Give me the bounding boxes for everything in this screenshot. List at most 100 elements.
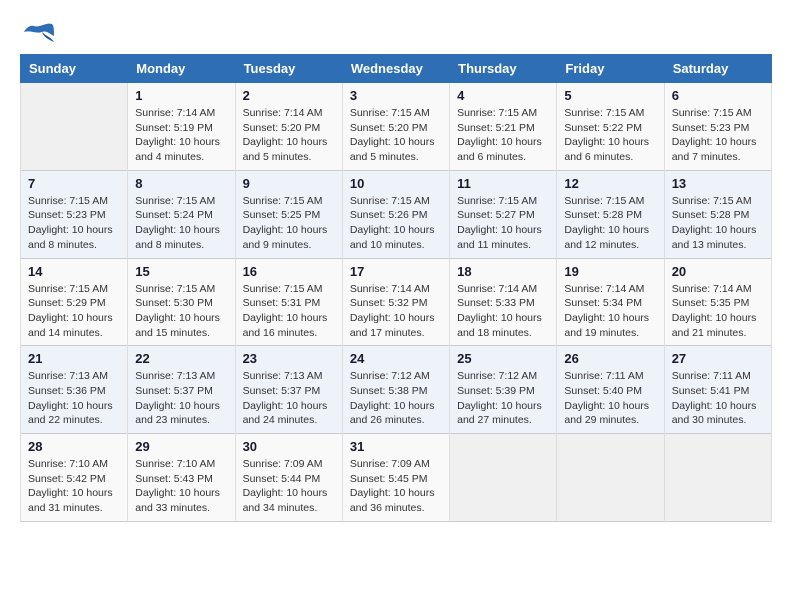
day-info: Sunrise: 7:13 AMSunset: 5:37 PMDaylight:… <box>135 369 227 428</box>
day-number: 14 <box>28 264 120 279</box>
calendar-cell: 19 Sunrise: 7:14 AMSunset: 5:34 PMDayligh… <box>557 258 664 346</box>
calendar-cell: 1 Sunrise: 7:14 AMSunset: 5:19 PMDaylight… <box>128 83 235 171</box>
day-info: Sunrise: 7:15 AMSunset: 5:29 PMDaylight:… <box>28 282 120 341</box>
day-info: Sunrise: 7:12 AMSunset: 5:39 PMDaylight:… <box>457 369 549 428</box>
calendar-cell: 3 Sunrise: 7:15 AMSunset: 5:20 PMDaylight… <box>342 83 449 171</box>
day-info: Sunrise: 7:14 AMSunset: 5:20 PMDaylight:… <box>243 106 335 165</box>
day-info: Sunrise: 7:14 AMSunset: 5:19 PMDaylight:… <box>135 106 227 165</box>
day-number: 5 <box>564 88 656 103</box>
calendar-header-row: SundayMondayTuesdayWednesdayThursdayFrid… <box>21 55 772 83</box>
calendar-cell: 29 Sunrise: 7:10 AMSunset: 5:43 PMDayligh… <box>128 434 235 522</box>
day-number: 2 <box>243 88 335 103</box>
calendar-cell: 23 Sunrise: 7:13 AMSunset: 5:37 PMDayligh… <box>235 346 342 434</box>
calendar-cell: 16 Sunrise: 7:15 AMSunset: 5:31 PMDayligh… <box>235 258 342 346</box>
calendar-cell <box>557 434 664 522</box>
logo-bird-icon <box>24 20 54 44</box>
calendar-cell: 28 Sunrise: 7:10 AMSunset: 5:42 PMDayligh… <box>21 434 128 522</box>
calendar-cell: 22 Sunrise: 7:13 AMSunset: 5:37 PMDayligh… <box>128 346 235 434</box>
calendar-cell <box>21 83 128 171</box>
weekday-header-thursday: Thursday <box>450 55 557 83</box>
weekday-header-saturday: Saturday <box>664 55 771 83</box>
calendar-cell: 4 Sunrise: 7:15 AMSunset: 5:21 PMDaylight… <box>450 83 557 171</box>
day-number: 30 <box>243 439 335 454</box>
calendar-cell: 11Sunrise: 7:15 AMSunset: 5:27 PMDayligh… <box>450 170 557 258</box>
calendar-cell: 6Sunrise: 7:15 AMSunset: 5:23 PMDaylight… <box>664 83 771 171</box>
weekday-header-wednesday: Wednesday <box>342 55 449 83</box>
day-info: Sunrise: 7:12 AMSunset: 5:38 PMDaylight:… <box>350 369 442 428</box>
day-info: Sunrise: 7:14 AMSunset: 5:34 PMDaylight:… <box>564 282 656 341</box>
calendar-cell: 21Sunrise: 7:13 AMSunset: 5:36 PMDayligh… <box>21 346 128 434</box>
day-number: 31 <box>350 439 442 454</box>
calendar-cell: 13 Sunrise: 7:15 AMSunset: 5:28 PMDayligh… <box>664 170 771 258</box>
day-info: Sunrise: 7:15 AMSunset: 5:30 PMDaylight:… <box>135 282 227 341</box>
day-number: 18 <box>457 264 549 279</box>
day-info: Sunrise: 7:15 AMSunset: 5:24 PMDaylight:… <box>135 194 227 253</box>
day-number: 12 <box>564 176 656 191</box>
day-info: Sunrise: 7:09 AMSunset: 5:44 PMDaylight:… <box>243 457 335 516</box>
calendar-cell: 18 Sunrise: 7:14 AMSunset: 5:33 PMDayligh… <box>450 258 557 346</box>
day-info: Sunrise: 7:15 AMSunset: 5:21 PMDaylight:… <box>457 106 549 165</box>
day-number: 22 <box>135 351 227 366</box>
day-info: Sunrise: 7:15 AMSunset: 5:31 PMDaylight:… <box>243 282 335 341</box>
calendar-cell: 5Sunrise: 7:15 AMSunset: 5:22 PMDaylight… <box>557 83 664 171</box>
day-number: 3 <box>350 88 442 103</box>
day-number: 27 <box>672 351 764 366</box>
day-info: Sunrise: 7:11 AMSunset: 5:40 PMDaylight:… <box>564 369 656 428</box>
calendar-cell: 8 Sunrise: 7:15 AMSunset: 5:24 PMDaylight… <box>128 170 235 258</box>
day-number: 24 <box>350 351 442 366</box>
day-number: 28 <box>28 439 120 454</box>
calendar-cell: 7 Sunrise: 7:15 AMSunset: 5:23 PMDaylight… <box>21 170 128 258</box>
page-header <box>20 20 772 44</box>
calendar-week-row: 1 Sunrise: 7:14 AMSunset: 5:19 PMDaylight… <box>21 83 772 171</box>
logo <box>20 20 54 44</box>
calendar-body: 1 Sunrise: 7:14 AMSunset: 5:19 PMDaylight… <box>21 83 772 522</box>
day-info: Sunrise: 7:15 AMSunset: 5:26 PMDaylight:… <box>350 194 442 253</box>
calendar-cell: 9Sunrise: 7:15 AMSunset: 5:25 PMDaylight… <box>235 170 342 258</box>
calendar-cell: 15Sunrise: 7:15 AMSunset: 5:30 PMDayligh… <box>128 258 235 346</box>
calendar-cell: 2 Sunrise: 7:14 AMSunset: 5:20 PMDaylight… <box>235 83 342 171</box>
weekday-header-sunday: Sunday <box>21 55 128 83</box>
weekday-header-friday: Friday <box>557 55 664 83</box>
day-number: 26 <box>564 351 656 366</box>
day-info: Sunrise: 7:09 AMSunset: 5:45 PMDaylight:… <box>350 457 442 516</box>
day-number: 1 <box>135 88 227 103</box>
calendar-cell: 25 Sunrise: 7:12 AMSunset: 5:39 PMDayligh… <box>450 346 557 434</box>
day-number: 4 <box>457 88 549 103</box>
calendar-cell: 17 Sunrise: 7:14 AMSunset: 5:32 PMDayligh… <box>342 258 449 346</box>
calendar-cell <box>664 434 771 522</box>
day-info: Sunrise: 7:15 AMSunset: 5:28 PMDaylight:… <box>672 194 764 253</box>
day-info: Sunrise: 7:15 AMSunset: 5:28 PMDaylight:… <box>564 194 656 253</box>
day-number: 13 <box>672 176 764 191</box>
day-number: 25 <box>457 351 549 366</box>
day-info: Sunrise: 7:14 AMSunset: 5:32 PMDaylight:… <box>350 282 442 341</box>
calendar-week-row: 28 Sunrise: 7:10 AMSunset: 5:42 PMDayligh… <box>21 434 772 522</box>
day-number: 16 <box>243 264 335 279</box>
day-info: Sunrise: 7:13 AMSunset: 5:36 PMDaylight:… <box>28 369 120 428</box>
calendar-week-row: 7 Sunrise: 7:15 AMSunset: 5:23 PMDaylight… <box>21 170 772 258</box>
day-number: 7 <box>28 176 120 191</box>
weekday-header-tuesday: Tuesday <box>235 55 342 83</box>
day-info: Sunrise: 7:15 AMSunset: 5:23 PMDaylight:… <box>672 106 764 165</box>
calendar-table: SundayMondayTuesdayWednesdayThursdayFrid… <box>20 54 772 522</box>
calendar-week-row: 21Sunrise: 7:13 AMSunset: 5:36 PMDayligh… <box>21 346 772 434</box>
day-info: Sunrise: 7:10 AMSunset: 5:42 PMDaylight:… <box>28 457 120 516</box>
day-info: Sunrise: 7:15 AMSunset: 5:20 PMDaylight:… <box>350 106 442 165</box>
day-info: Sunrise: 7:13 AMSunset: 5:37 PMDaylight:… <box>243 369 335 428</box>
day-number: 23 <box>243 351 335 366</box>
day-number: 17 <box>350 264 442 279</box>
day-number: 20 <box>672 264 764 279</box>
day-number: 19 <box>564 264 656 279</box>
day-info: Sunrise: 7:14 AMSunset: 5:33 PMDaylight:… <box>457 282 549 341</box>
day-number: 8 <box>135 176 227 191</box>
weekday-header-monday: Monday <box>128 55 235 83</box>
calendar-cell: 24 Sunrise: 7:12 AMSunset: 5:38 PMDayligh… <box>342 346 449 434</box>
calendar-cell: 27Sunrise: 7:11 AMSunset: 5:41 PMDayligh… <box>664 346 771 434</box>
day-info: Sunrise: 7:15 AMSunset: 5:23 PMDaylight:… <box>28 194 120 253</box>
calendar-cell: 14 Sunrise: 7:15 AMSunset: 5:29 PMDayligh… <box>21 258 128 346</box>
calendar-cell: 12 Sunrise: 7:15 AMSunset: 5:28 PMDayligh… <box>557 170 664 258</box>
day-info: Sunrise: 7:15 AMSunset: 5:27 PMDaylight:… <box>457 194 549 253</box>
calendar-cell: 31 Sunrise: 7:09 AMSunset: 5:45 PMDayligh… <box>342 434 449 522</box>
calendar-cell: 30 Sunrise: 7:09 AMSunset: 5:44 PMDayligh… <box>235 434 342 522</box>
day-number: 29 <box>135 439 227 454</box>
day-info: Sunrise: 7:10 AMSunset: 5:43 PMDaylight:… <box>135 457 227 516</box>
